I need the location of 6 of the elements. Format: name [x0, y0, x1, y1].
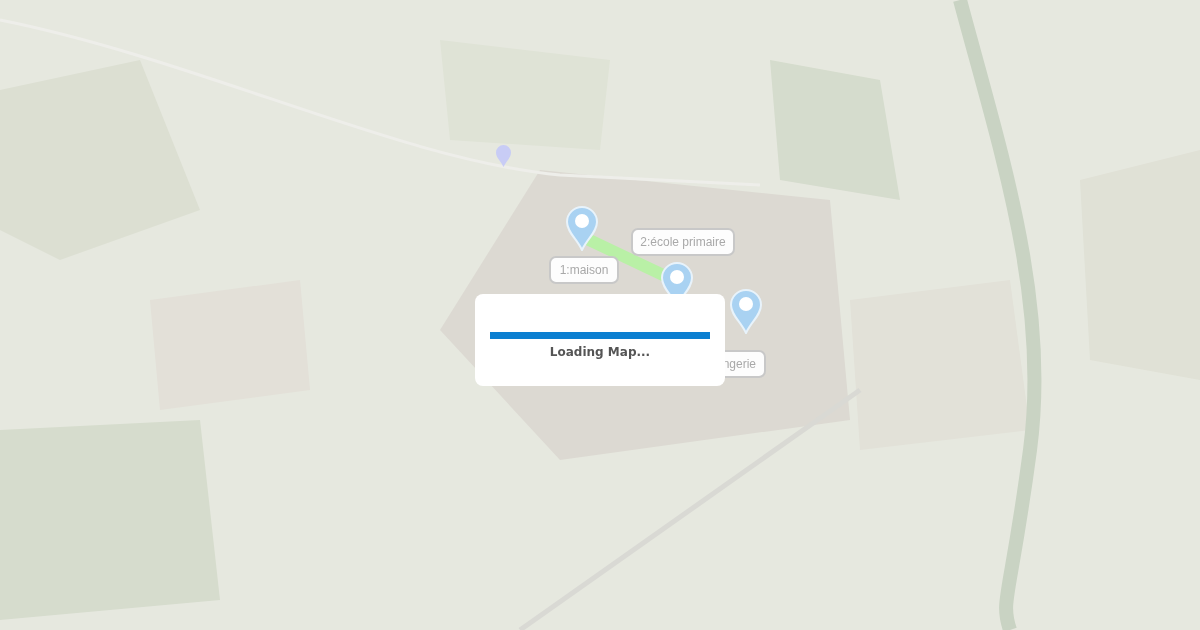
loading-message: Loading Map... [549, 345, 651, 359]
map-pin-icon[interactable] [565, 205, 599, 251]
map-pin-icon[interactable] [729, 288, 763, 334]
map-pin-icon[interactable] [495, 144, 512, 168]
marker-label: 2:école primaire [631, 228, 735, 256]
marker-label: 1:maison [549, 256, 619, 284]
